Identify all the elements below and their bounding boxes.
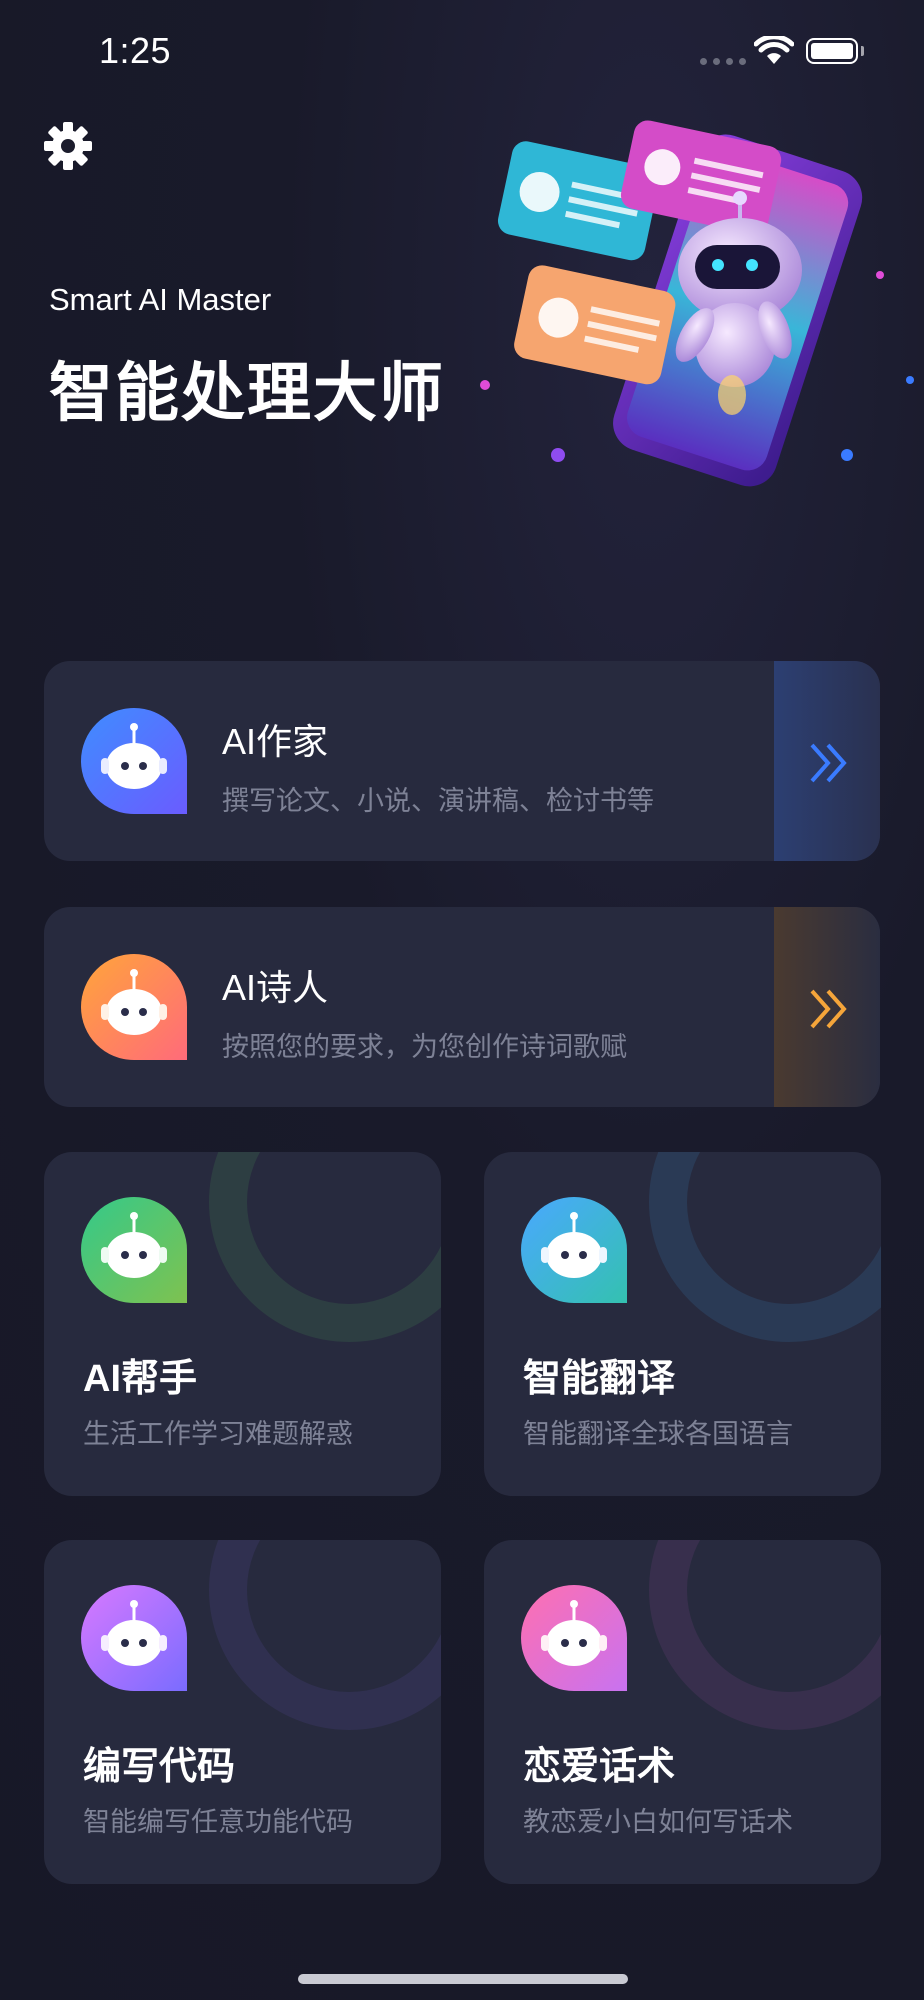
battery-tip [861,46,864,56]
battery-icon [806,38,858,64]
card-description: 教恋爱小白如何写话术 [523,1807,793,1837]
card-title: AI诗人 [222,967,329,1008]
card-title: 编写代码 [83,1746,236,1788]
card-title: AI作家 [222,721,329,762]
ai-helper-card[interactable]: AI帮手 生活工作学习难题解惑 [44,1152,441,1496]
card-title: AI帮手 [83,1358,198,1400]
card-title: 恋爱话术 [523,1746,676,1788]
robot-icon [79,1583,189,1698]
double-chevron-right-icon[interactable] [808,987,852,1031]
decorative-ring [209,1540,441,1730]
write-code-card[interactable]: 编写代码 智能编写任意功能代码 [44,1540,441,1884]
ai-writer-card[interactable]: AI作家 撰写论文、小说、演讲稿、检讨书等 [44,661,880,861]
app-title: 智能处理大师 [49,357,445,429]
ai-poet-card[interactable]: AI诗人 按照您的要求，为您创作诗词歌赋 [44,907,880,1107]
decorative-ring [649,1540,881,1730]
card-description: 撰写论文、小说、演讲稿、检讨书等 [222,786,654,816]
app-subtitle: Smart AI Master [49,282,272,317]
card-description: 智能翻译全球各国语言 [523,1419,793,1449]
wifi-icon [754,36,794,64]
decorative-ring [649,1152,881,1342]
card-description: 智能编写任意功能代码 [83,1807,353,1837]
home-indicator[interactable] [298,1974,628,1984]
smart-translate-card[interactable]: 智能翻译 智能翻译全球各国语言 [484,1152,881,1496]
card-description: 按照您的要求，为您创作诗词歌赋 [222,1032,627,1062]
gear-icon[interactable] [43,121,93,171]
robot-icon [79,706,189,821]
robot-icon [79,952,189,1067]
love-talk-card[interactable]: 恋爱话术 教恋爱小白如何写话术 [484,1540,881,1884]
cellular-signal-icon [700,58,746,65]
card-title: 智能翻译 [523,1358,676,1400]
robot-icon [79,1195,189,1310]
hero-robot-phone-illustration [480,120,914,487]
decorative-ring [209,1152,441,1342]
double-chevron-right-icon[interactable] [808,741,852,785]
card-description: 生活工作学习难题解惑 [83,1419,353,1449]
robot-icon [519,1583,629,1698]
robot-icon [519,1195,629,1310]
status-time: 1:25 [99,30,172,71]
